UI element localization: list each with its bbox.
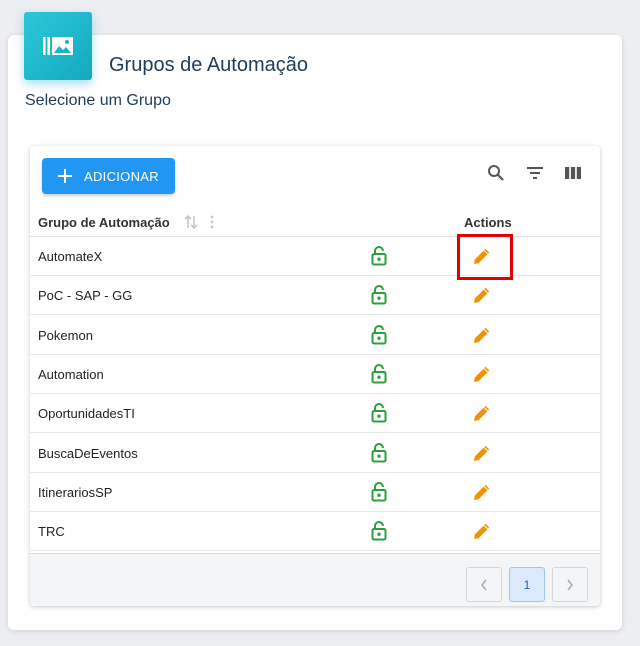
data-table: ADICIONAR Grupo de Automação Actions Aut… (30, 146, 600, 606)
group-name: Pokemon (38, 327, 93, 343)
unlock-icon[interactable] (371, 442, 387, 468)
group-name: AutomateX (38, 249, 103, 264)
unlock-icon[interactable] (371, 521, 387, 546)
edit-pencil-icon[interactable] (473, 286, 491, 309)
unlock-icon[interactable] (371, 403, 387, 428)
group-name: ItinerariosSP (38, 484, 113, 500)
group-name: TRC (38, 524, 65, 540)
edit-pencil-icon[interactable] (473, 483, 491, 506)
unlock-icon[interactable] (371, 481, 387, 507)
table-header: Grupo de Automação Actions (30, 206, 600, 237)
column-header-actions: Actions (464, 215, 512, 230)
table-row[interactable]: PoC - SAP - GG (30, 276, 600, 316)
edit-pencil-icon[interactable] (473, 522, 491, 545)
prev-page-button[interactable] (466, 567, 502, 602)
unlock-icon[interactable] (371, 246, 387, 271)
edit-highlight-box (457, 234, 513, 280)
unlock-icon[interactable] (371, 363, 387, 389)
sort-icon[interactable] (184, 214, 198, 235)
pagination: 1 (30, 553, 600, 606)
current-page-button[interactable]: 1 (509, 567, 545, 602)
group-name: OportunidadesTI (38, 406, 135, 422)
edit-pencil-icon[interactable] (473, 444, 491, 467)
table-row[interactable]: AutomateX (30, 237, 600, 276)
table-row[interactable]: OportunidadesTI (30, 394, 600, 434)
unlock-icon[interactable] (371, 285, 387, 310)
column-header-group[interactable]: Grupo de Automação (38, 215, 170, 230)
group-name: BuscaDeEventos (38, 445, 138, 461)
table-row[interactable]: ItinerariosSP (30, 473, 600, 512)
filter-icon[interactable] (525, 163, 545, 183)
search-icon[interactable] (486, 163, 506, 183)
table-row[interactable]: TRC (30, 512, 600, 552)
edit-pencil-icon[interactable] (473, 326, 491, 349)
next-page-button[interactable] (552, 567, 588, 602)
table-row[interactable]: BuscaDeEventos (30, 434, 600, 473)
page-title: Grupos de Automação (109, 54, 309, 76)
add-button[interactable]: ADICIONAR (42, 158, 175, 194)
columns-icon[interactable] (563, 163, 583, 183)
group-name: Automation (38, 366, 104, 382)
edit-pencil-icon[interactable] (473, 365, 491, 388)
group-name: PoC - SAP - GG (38, 288, 133, 304)
column-menu-icon[interactable] (209, 214, 215, 235)
table-row[interactable]: Pokemon (30, 316, 600, 355)
plus-icon (58, 169, 72, 183)
unlock-icon[interactable] (371, 324, 387, 350)
add-button-label: ADICIONAR (84, 168, 159, 184)
header-image-icon (24, 12, 92, 80)
table-row[interactable]: Automation (30, 355, 600, 394)
edit-pencil-icon[interactable] (473, 404, 491, 427)
page-subtitle: Selecione um Grupo (25, 92, 171, 109)
